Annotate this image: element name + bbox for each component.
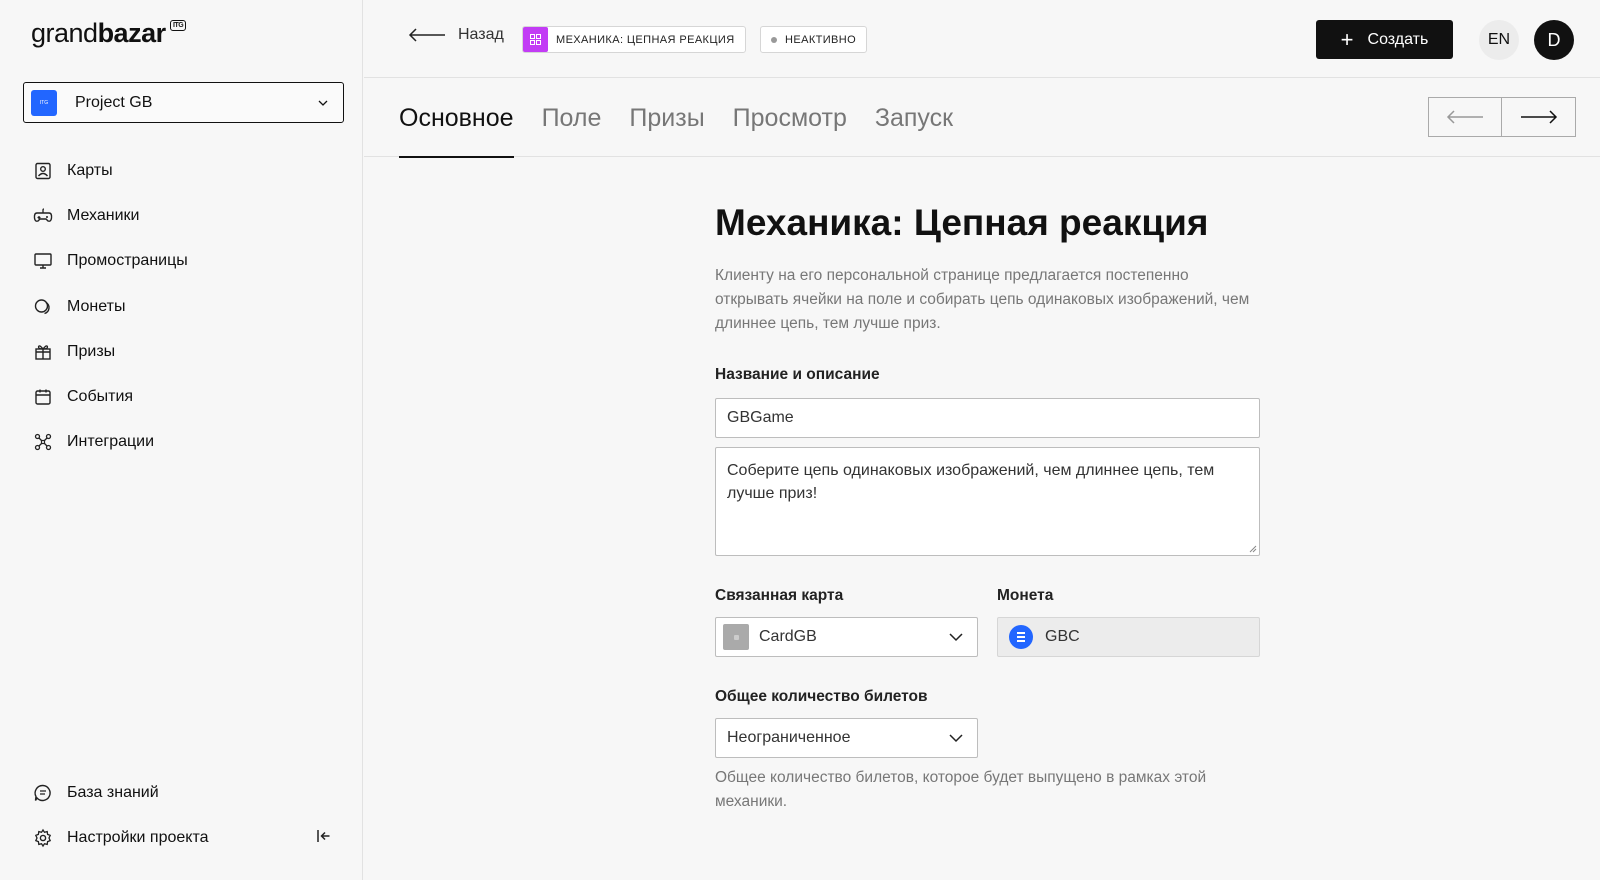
knowledge-icon bbox=[34, 784, 51, 801]
next-step-button[interactable] bbox=[1502, 97, 1576, 137]
sidebar-item-promo-pages[interactable]: Промостраницы bbox=[33, 239, 188, 284]
tab-launch[interactable]: Запуск bbox=[875, 79, 953, 157]
logo-text-bold: bazar bbox=[97, 18, 167, 48]
arrow-left-icon bbox=[1446, 110, 1483, 124]
avatar[interactable]: D bbox=[1534, 20, 1574, 60]
sidebar-item-label: События bbox=[67, 388, 134, 406]
back-button[interactable]: Назад bbox=[408, 26, 504, 44]
logo-text-light: grand bbox=[31, 18, 98, 48]
tab-field[interactable]: Поле bbox=[542, 79, 602, 157]
linked-card-select[interactable]: CardGB bbox=[715, 617, 978, 657]
project-icon: ITG bbox=[31, 89, 57, 116]
back-label: Назад bbox=[458, 26, 504, 43]
tab-main[interactable]: Основное bbox=[399, 79, 514, 158]
monitor-icon bbox=[34, 253, 52, 269]
logo[interactable]: grandbazar ITG bbox=[31, 18, 187, 49]
name-input[interactable]: GBGame bbox=[715, 398, 1260, 438]
card-thumbnail bbox=[723, 624, 749, 650]
sidebar-item-label: Настройки проекта bbox=[67, 828, 209, 846]
sidebar-item-label: Механики bbox=[67, 206, 140, 224]
sidebar-item-mechanics[interactable]: Механики bbox=[33, 193, 188, 238]
gift-icon bbox=[35, 345, 51, 360]
project-selector[interactable]: ITG Project GB bbox=[23, 82, 344, 123]
coin-label: Монета bbox=[997, 587, 1054, 604]
mechanic-chip-label: МЕХАНИКА: ЦЕПНАЯ РЕАКЦИЯ bbox=[556, 33, 735, 46]
tab-prizes[interactable]: Призы bbox=[629, 79, 704, 157]
card-icon bbox=[35, 162, 51, 179]
tab-preview[interactable]: Просмотр bbox=[733, 79, 847, 157]
sidebar-item-label: Интеграции bbox=[67, 433, 155, 451]
sidebar-bottom-nav: База знаний Настройки проекта bbox=[33, 770, 333, 860]
coin-field: GBC bbox=[997, 617, 1260, 657]
status-badge: НЕАКТИВНО bbox=[760, 26, 868, 53]
linked-card-label: Связанная карта bbox=[715, 587, 844, 604]
sidebar: grandbazar ITG ITG Project GB Карты Меха… bbox=[0, 0, 363, 880]
sidebar-item-knowledge-base[interactable]: База знаний bbox=[33, 770, 333, 815]
status-dot-icon bbox=[771, 36, 777, 43]
sidebar-nav: Карты Механики Промостраницы Монеты Приз… bbox=[33, 148, 188, 465]
sidebar-item-label: Карты bbox=[67, 161, 113, 179]
sidebar-item-label: Монеты bbox=[67, 297, 126, 315]
mechanic-type-icon bbox=[523, 27, 548, 52]
tickets-value: Неограниченное bbox=[727, 729, 851, 746]
language-switch[interactable]: EN bbox=[1479, 20, 1519, 60]
description-text: Соберите цепь одинаковых изображений, че… bbox=[727, 462, 1215, 502]
tabs: Основное Поле Призы Просмотр Запуск bbox=[399, 79, 981, 158]
sidebar-item-prizes[interactable]: Призы bbox=[33, 329, 188, 374]
coins-icon bbox=[34, 298, 50, 314]
chevron-down-icon bbox=[318, 100, 328, 106]
page-description: Клиенту на его персональной странице пре… bbox=[715, 267, 1250, 332]
prev-step-button[interactable] bbox=[1428, 97, 1502, 137]
sidebar-item-integrations[interactable]: Интеграции bbox=[33, 420, 188, 465]
sidebar-item-label: База знаний bbox=[67, 783, 159, 801]
step-pager bbox=[1428, 97, 1576, 137]
coin-icon bbox=[1009, 625, 1033, 649]
mechanic-chip: МЕХАНИКА: ЦЕПНАЯ РЕАКЦИЯ bbox=[522, 26, 746, 53]
chevron-down-icon bbox=[949, 734, 963, 743]
create-button[interactable]: + Создать bbox=[1316, 20, 1453, 59]
arrow-left-icon bbox=[408, 28, 445, 42]
top-bar: Назад МЕХАНИКА: ЦЕПНАЯ РЕАКЦИЯ НЕАКТИВНО… bbox=[364, 0, 1600, 78]
calendar-icon bbox=[35, 389, 51, 405]
create-label: Создать bbox=[1367, 30, 1429, 48]
plus-icon: + bbox=[1340, 26, 1354, 52]
name-section-label: Название и описание bbox=[715, 366, 880, 383]
tickets-label: Общее количество билетов bbox=[715, 688, 928, 705]
arrow-right-icon bbox=[1520, 110, 1557, 124]
page-title: Механика: Цепная реакция bbox=[715, 202, 1209, 243]
integrations-icon bbox=[34, 434, 52, 451]
settings-icon bbox=[34, 828, 52, 847]
project-name: Project GB bbox=[75, 93, 153, 111]
sidebar-item-label: Призы bbox=[67, 342, 116, 360]
tickets-hint: Общее количество билетов, которое будет … bbox=[715, 769, 1207, 810]
chevron-down-icon bbox=[949, 633, 963, 642]
coin-value: GBC bbox=[1045, 628, 1080, 645]
sidebar-item-project-settings[interactable]: Настройки проекта bbox=[33, 815, 333, 860]
tickets-select[interactable]: Неограниченное bbox=[715, 718, 978, 758]
sidebar-item-events[interactable]: События bbox=[33, 374, 188, 419]
sidebar-item-cards[interactable]: Карты bbox=[33, 148, 188, 193]
gamepad-icon bbox=[33, 208, 53, 222]
sidebar-item-label: Промостраницы bbox=[67, 252, 188, 270]
resize-handle-icon[interactable] bbox=[1249, 545, 1257, 553]
tab-bar: Основное Поле Призы Просмотр Запуск bbox=[364, 79, 1600, 158]
status-label: НЕАКТИВНО bbox=[785, 33, 857, 46]
logo-tag: ITG bbox=[170, 20, 187, 31]
linked-card-value: CardGB bbox=[759, 628, 817, 645]
collapse-sidebar-icon[interactable] bbox=[315, 827, 333, 845]
sidebar-item-coins[interactable]: Монеты bbox=[33, 284, 188, 329]
description-textarea[interactable]: Соберите цепь одинаковых изображений, че… bbox=[715, 447, 1260, 556]
